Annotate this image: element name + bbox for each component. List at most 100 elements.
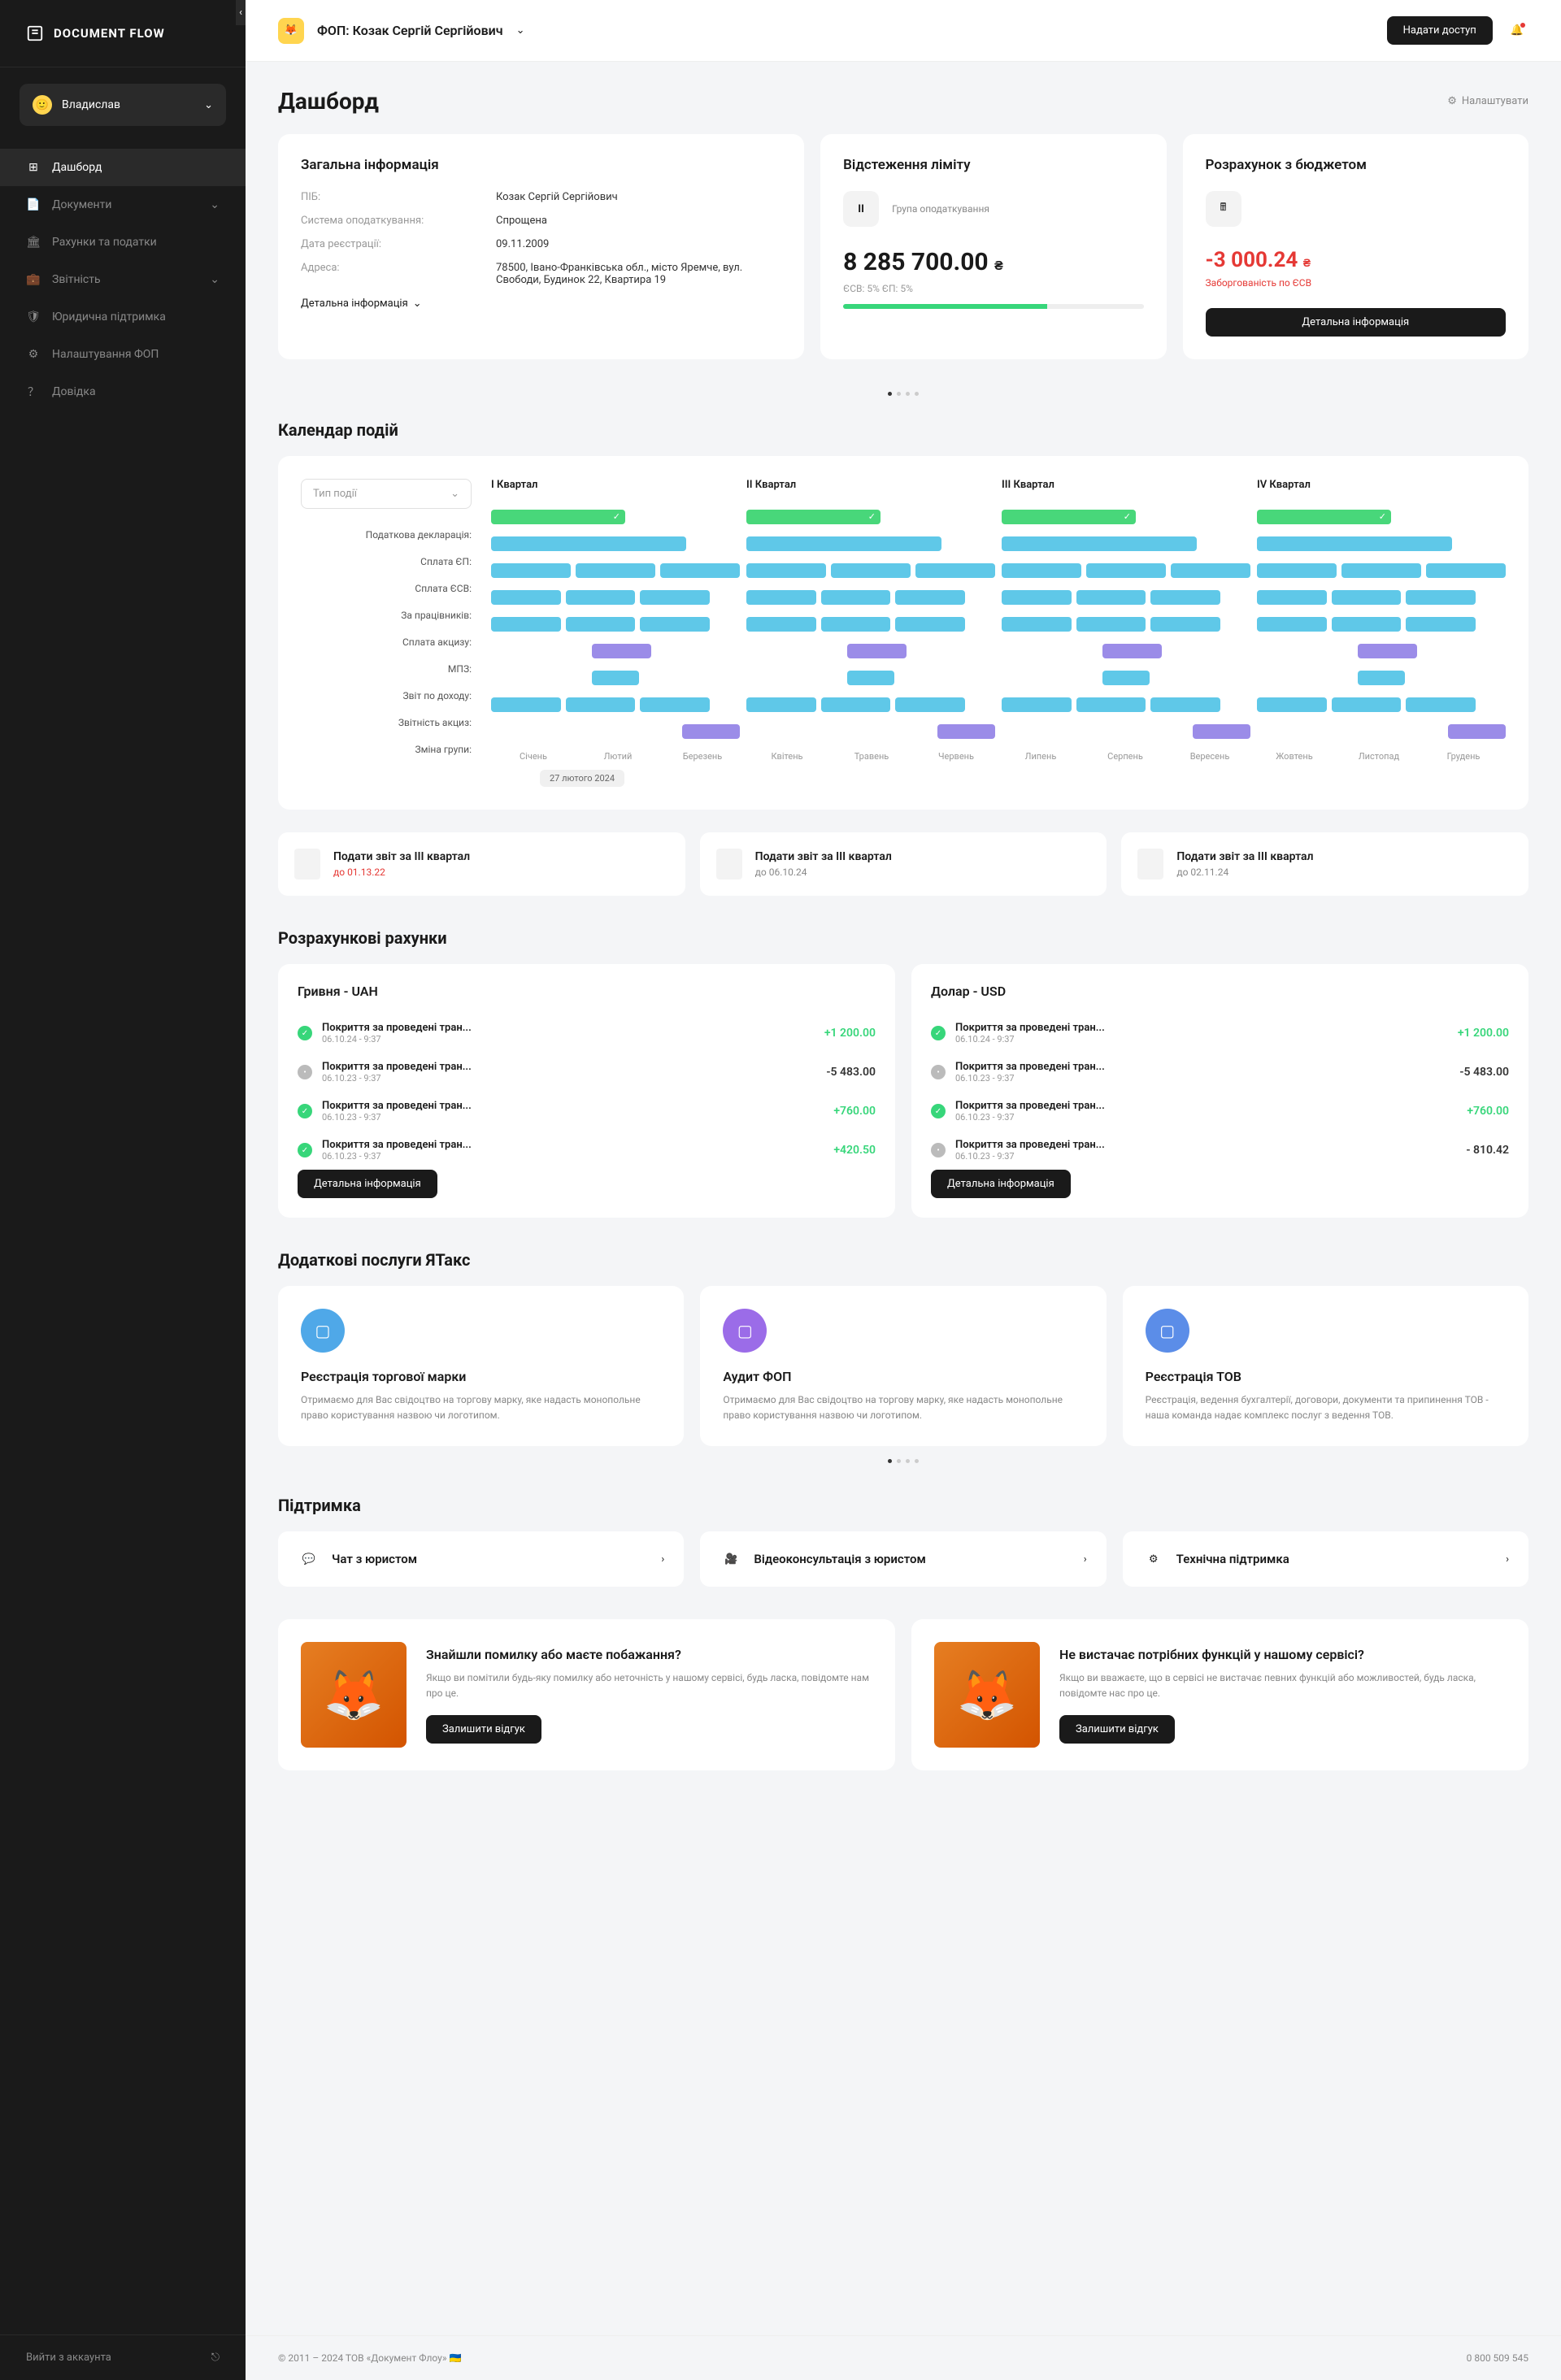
report-card[interactable]: Подати звіт за III кварталдо 06.10.24 <box>700 832 1107 896</box>
page-settings-button[interactable]: ⚙Налаштувати <box>1447 95 1528 107</box>
limit-progress <box>843 304 1143 309</box>
nav-documents[interactable]: 📄Документи⌄ <box>0 186 246 224</box>
calendar-bar-row: ✓ <box>1257 507 1506 527</box>
calendar-bar-row <box>1002 561 1250 580</box>
calendar-bar <box>1150 617 1220 632</box>
carousel-dots[interactable] <box>278 1459 1528 1463</box>
section-title: Розрахункові рахунки <box>278 928 1528 948</box>
chevron-right-icon: › <box>661 1553 664 1566</box>
support-card[interactable]: 🎥Відеоконсультація з юристом› <box>700 1531 1106 1587</box>
feedback-desc: Якщо ви помітили будь-яку помилку або не… <box>426 1670 872 1701</box>
calendar-bar <box>895 590 965 605</box>
sidebar-collapse[interactable]: ‹ <box>236 0 246 25</box>
month-label: Лютий <box>576 751 660 762</box>
calendar-bar <box>946 536 995 551</box>
service-card[interactable]: ▢Реєстрація торгової маркиОтримаємо для … <box>278 1286 684 1446</box>
nav-invoices[interactable]: 🏛Рахунки та податки <box>0 224 246 261</box>
calendar-bar <box>746 536 941 551</box>
calendar-bar-row <box>1257 641 1506 661</box>
calendar-row-label: За працівників: <box>301 606 472 625</box>
calendar-bar <box>656 644 740 658</box>
nav-settings[interactable]: ⚙Налаштування ФОП <box>0 336 246 373</box>
calendar-bar <box>746 724 933 739</box>
calendar-bar: ✓ <box>746 510 881 524</box>
fox-image: 🦊 <box>934 1642 1040 1748</box>
budget-card: Розрахунок з бюджетом 🖩 -3 000.24 ₴ Забо… <box>1183 134 1528 359</box>
calendar-bar <box>1257 697 1327 712</box>
calendar-bar <box>1150 590 1220 605</box>
feedback-button[interactable]: Залишити відгук <box>426 1715 541 1744</box>
calendar-bar <box>691 536 740 551</box>
carousel-dots[interactable] <box>278 392 1528 396</box>
grant-access-button[interactable]: Надати доступ <box>1387 16 1493 45</box>
tx-title: Покриття за проведені тран... <box>322 1022 815 1034</box>
service-desc: Реєстрація, ведення бухгалтерії, договор… <box>1146 1392 1506 1423</box>
footer-copyright: © 2011 – 2024 ТОВ «Документ Флоу» 🇺🇦 <box>278 2352 461 2364</box>
calendar-bar <box>1002 724 1188 739</box>
calendar-bar <box>566 697 636 712</box>
month-label: Листопад <box>1337 751 1421 762</box>
info-label: Адреса: <box>301 262 463 286</box>
calendar-bar-row <box>746 561 995 580</box>
logout-button[interactable]: Вийти з аккаунта⎋ <box>0 2334 246 2380</box>
calendar-bar <box>566 617 636 632</box>
calendar-bar <box>640 590 710 605</box>
nav-dashboard[interactable]: ⊞Дашборд <box>0 149 246 186</box>
calendar-bar <box>831 563 911 578</box>
calendar-bar <box>847 671 895 685</box>
month-label: Березень <box>660 751 745 762</box>
calendar-bar <box>1154 671 1250 685</box>
tx-title: Покриття за проведені тран... <box>955 1061 1450 1073</box>
quarter-title: III Квартал <box>1002 479 1250 491</box>
tx-amount: +1 200.00 <box>824 1027 876 1040</box>
check-icon: ✓ <box>1379 511 1386 522</box>
report-card[interactable]: Подати звіт за III кварталдо 02.11.24 <box>1121 832 1528 896</box>
nav-help[interactable]: ？Довідка <box>0 373 246 410</box>
tx-status-icon: ✓ <box>298 1143 312 1157</box>
report-card[interactable]: Подати звіт за III кварталдо 01.13.22 <box>278 832 685 896</box>
support-card[interactable]: 💬Чат з юристом› <box>278 1531 684 1587</box>
user-name: Владислав <box>62 98 194 111</box>
support-card[interactable]: ⚙Технічна підтримка› <box>1123 1531 1528 1587</box>
service-card[interactable]: ▢Аудит ФОПОтримаємо для Вас свідоцтво на… <box>700 1286 1106 1446</box>
nav-label: Налаштування ФОП <box>52 348 159 361</box>
account-details-button[interactable]: Детальна інформація <box>931 1170 1071 1198</box>
card-title: Розрахунок з бюджетом <box>1206 157 1506 173</box>
service-card[interactable]: ▢Реєстрація ТОВРеєстрація, ведення бухга… <box>1123 1286 1528 1446</box>
tx-status-icon: ✓ <box>298 1026 312 1040</box>
calendar-bar-row <box>746 534 995 554</box>
calendar-bar <box>1102 644 1163 658</box>
quarter-title: II Квартал <box>746 479 995 491</box>
nav-reports[interactable]: 💼Звітність⌄ <box>0 261 246 298</box>
budget-details-button[interactable]: Детальна інформація <box>1206 308 1506 337</box>
account-details-button[interactable]: Детальна інформація <box>298 1170 437 1198</box>
event-type-select[interactable]: Тип події⌄ <box>301 479 472 509</box>
info-value: 78500, Івано-Франківська обл., місто Яре… <box>496 262 781 286</box>
calendar-bar <box>1002 617 1072 632</box>
feedback-button[interactable]: Залишити відгук <box>1059 1715 1175 1744</box>
limit-percent: ЄСВ: 5% ЄП: 5% <box>843 283 1143 294</box>
card-title: Загальна інформація <box>301 157 781 173</box>
calculator-icon: 🖩 <box>1206 191 1241 227</box>
page-settings-label: Налаштувати <box>1462 95 1528 107</box>
brand-logo: DOCUMENT FLOW <box>0 0 246 67</box>
report-icon <box>294 849 320 879</box>
shield-icon: 🛡 <box>26 310 41 324</box>
calendar-bar <box>821 590 891 605</box>
calendar-bar-row: ✓ <box>746 507 995 527</box>
calendar-bar-row: ✓ <box>1002 507 1250 527</box>
calendar-row-label: Податкова декларація: <box>301 525 472 545</box>
calendar-bar <box>1332 590 1402 605</box>
calendar-bar-row <box>1257 561 1506 580</box>
support-icon: 💬 <box>298 1548 320 1570</box>
notifications-icon[interactable]: 🔔 <box>1506 20 1528 41</box>
section-title: Додаткові послуги ЯТакс <box>278 1250 1528 1270</box>
nav-legal[interactable]: 🛡Юридична підтримка <box>0 298 246 336</box>
calendar-row-label: Звіт по доходу: <box>301 686 472 706</box>
month-label: Вересень <box>1167 751 1252 762</box>
chevron-down-icon[interactable]: ⌄ <box>516 24 525 37</box>
service-icon: ▢ <box>1146 1309 1189 1353</box>
user-selector[interactable]: 🙂 Владислав ⌄ <box>20 84 226 126</box>
info-label: Система оподаткування: <box>301 215 463 227</box>
details-link[interactable]: Детальна інформація⌄ <box>301 298 781 310</box>
